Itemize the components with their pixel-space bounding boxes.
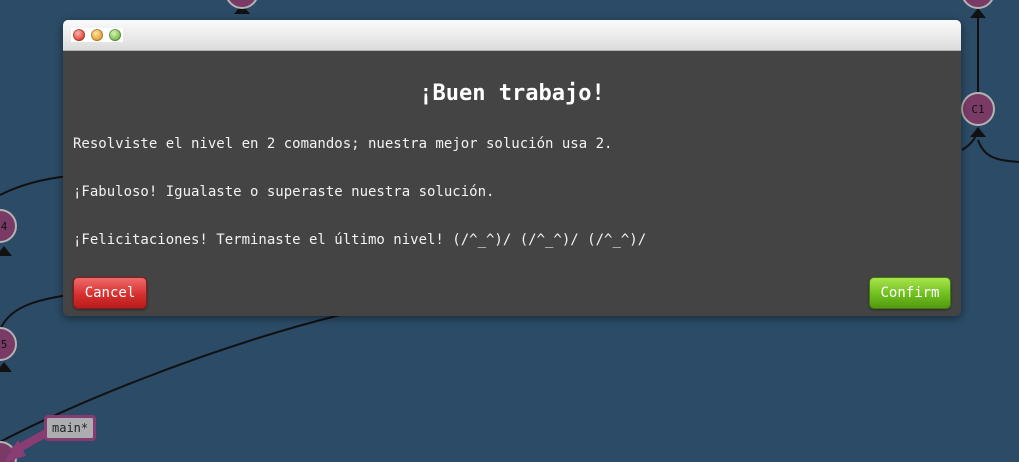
minimize-window-button[interactable]	[91, 29, 103, 41]
praise-text: ¡Fabuloso! Igualaste o superaste nuestra…	[73, 184, 495, 200]
graph-arrow	[970, 8, 986, 18]
commit-node-top-right	[963, 0, 993, 9]
dialog-content: ¡Buen trabajo! Resolviste el nivel en 2 …	[63, 51, 961, 316]
branch-tag-label: main*	[52, 421, 89, 435]
commit-label-c1: C1	[971, 103, 984, 116]
commit-label-5: 5	[1, 338, 8, 351]
branch-tag-main[interactable]: main*	[44, 415, 97, 441]
window-controls	[71, 28, 123, 42]
graph-arrow	[0, 362, 12, 372]
commit-node-top	[227, 0, 257, 9]
cancel-button[interactable]: Cancel	[73, 277, 147, 309]
level-complete-dialog: ¡Buen trabajo! Resolviste el nivel en 2 …	[63, 20, 961, 316]
window-titlebar	[63, 20, 961, 51]
graph-arrow	[0, 246, 12, 256]
commit-label-4: 4	[1, 220, 8, 233]
congratulations-text: ¡Felicitaciones! Terminaste el último ni…	[73, 232, 647, 248]
zoom-window-button[interactable]	[109, 29, 121, 41]
app-stage: C1 4 5 main* ¡Buen trabajo! Resolviste e…	[0, 0, 1019, 462]
dialog-heading: ¡Buen trabajo!	[419, 81, 605, 106]
solution-summary-text: Resolviste el nivel en 2 comandos; nuest…	[73, 136, 613, 152]
graph-arrow	[970, 127, 986, 137]
close-window-button[interactable]	[73, 29, 85, 41]
confirm-button[interactable]: Confirm	[869, 277, 951, 309]
graph-edge	[977, 139, 1019, 163]
